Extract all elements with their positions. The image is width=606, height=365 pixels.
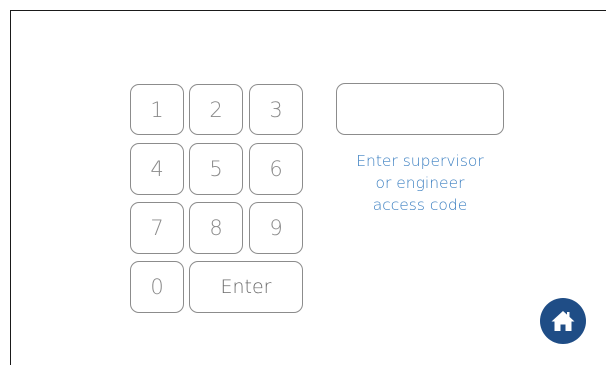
home-icon (550, 309, 576, 333)
key-8[interactable]: 8 (189, 202, 243, 254)
access-code-display[interactable] (336, 83, 504, 135)
home-button[interactable] (540, 298, 586, 344)
instruction-line-1: Enter supervisor (356, 152, 484, 170)
access-code-instructions: Enter supervisor or engineer access code (320, 150, 520, 216)
instruction-line-2: or engineer (375, 174, 465, 192)
key-3[interactable]: 3 (249, 84, 303, 135)
key-7[interactable]: 7 (130, 202, 184, 254)
key-4[interactable]: 4 (130, 143, 184, 195)
key-9[interactable]: 9 (249, 202, 303, 254)
enter-button[interactable]: Enter (189, 261, 303, 313)
key-6[interactable]: 6 (249, 143, 303, 195)
key-5[interactable]: 5 (189, 143, 243, 195)
instruction-line-3: access code (372, 196, 468, 214)
key-2[interactable]: 2 (189, 84, 243, 135)
key-1[interactable]: 1 (130, 84, 184, 135)
key-0[interactable]: 0 (130, 261, 184, 313)
